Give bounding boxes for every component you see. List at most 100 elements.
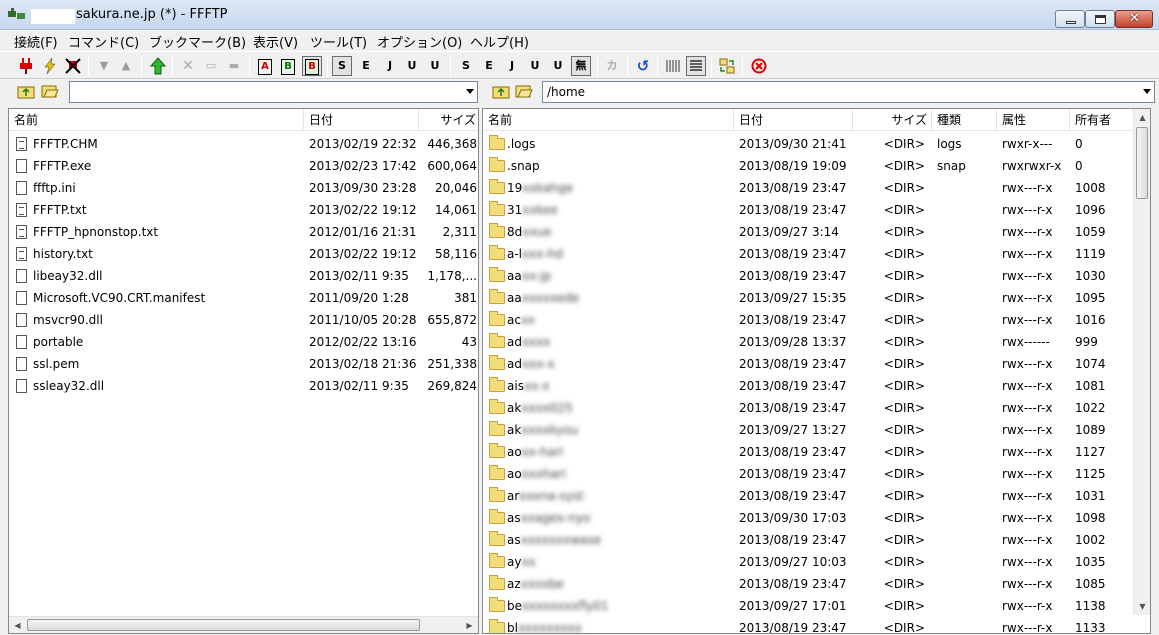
auto-mode-button[interactable]: B [302,56,322,76]
mkdir-button[interactable]: ▬ [224,56,244,76]
connect-button[interactable] [16,56,36,76]
ascii-mode-button[interactable]: A [255,56,275,76]
scroll-thumb[interactable] [27,619,420,631]
host-utf8n-button[interactable]: U [402,56,422,76]
local-open-folder-icon[interactable] [41,84,59,99]
local-file-row[interactable]: history.txt 2013/02/22 19:12 58,116 [9,243,478,265]
remote-folder-row[interactable]: acxx 2013/08/19 23:47 <DIR> rwx---r-x 1016 [483,309,1134,331]
menu-options[interactable]: オプション(O) [377,32,462,51]
sync-folders-button[interactable] [717,56,737,76]
local-file-row[interactable]: FFFTP_hpnonstop.txt 2012/01/16 21:31 2,311 [9,221,478,243]
scroll-thumb[interactable] [1136,127,1148,199]
disconnect-button[interactable] [63,56,83,76]
column-size[interactable]: サイズ [853,109,932,131]
scroll-left-icon[interactable]: ◀ [9,617,26,633]
remote-folder-row[interactable]: a-lxxx-hd 2013/08/19 23:47 <DIR> rwx---r-x 1… [483,243,1134,265]
menu-bookmark[interactable]: ブックマーク(B) [149,32,246,51]
no-convert-button[interactable]: 無 [571,56,591,76]
remote-parent-folder-icon[interactable] [492,84,510,99]
local-file-row[interactable]: portable 2012/02/22 13:16 43 [9,331,478,353]
local-file-row[interactable]: FFFTP.txt 2013/02/22 19:12 14,061 [9,199,478,221]
chevron-down-icon[interactable] [466,89,474,94]
scroll-right-icon[interactable]: ▶ [461,617,478,633]
chevron-down-icon[interactable] [1143,89,1151,94]
remote-vertical-scrollbar[interactable]: ▲ ▼ [1133,109,1150,615]
remote-folder-row[interactable]: asxxxxxxxwase 2013/08/19 23:47 <DIR> rwx---… [483,529,1134,551]
quick-connect-button[interactable] [40,56,60,76]
remote-folder-row[interactable]: .snap 2013/08/19 19:09 <DIR> snap rwxrwxr-x 0 [483,155,1134,177]
remote-folder-row[interactable]: blxxxxxxxxx 2013/08/19 23:47 <DIR> rwx---r-… [483,617,1134,633]
remote-folder-row[interactable]: aoxxxhari 2013/08/19 23:47 <DIR> rwx---r-x 1… [483,463,1134,485]
remote-folder-row[interactable]: akxxxxkyou 2013/09/27 13:27 <DIR> rwx---r-x… [483,419,1134,441]
binary-mode-button[interactable]: B [278,56,298,76]
host-utf8bom-button[interactable]: U [425,56,445,76]
remote-folder-row[interactable]: 19xxkahge 2013/08/19 23:47 <DIR> rwx---r-x 1… [483,177,1134,199]
local-file-row[interactable]: Microsoft.VC90.CRT.manifest 2011/09/20 1:… [9,287,478,309]
column-date[interactable]: 日付 [304,109,419,131]
local-file-row[interactable]: FFFTP.CHM 2013/02/19 22:32 446,368 [9,133,478,155]
local-utf8bom-button[interactable]: U [548,56,568,76]
host-euc-button[interactable]: E [356,56,376,76]
abort-button[interactable] [749,56,769,76]
delete-button[interactable]: ✕ [178,56,198,76]
minimize-button[interactable] [1055,10,1085,28]
local-file-row[interactable]: libeay32.dll 2013/02/11 9:35 1,178,... [9,265,478,287]
rename-button[interactable]: ▭ [201,56,221,76]
local-jis-button[interactable]: J [502,56,522,76]
host-jis-button[interactable]: J [380,56,400,76]
column-attributes[interactable]: 属性 [997,109,1070,131]
menu-connect[interactable]: 接続(F) [14,32,58,51]
column-owner[interactable]: 所有者 [1070,109,1134,131]
close-button[interactable]: ✕ [1115,10,1153,28]
remote-file-list[interactable]: 名前 日付 サイズ 種類 属性 所有者 .logs 2013/09/30 21:4… [482,108,1151,634]
scroll-down-icon[interactable]: ▼ [1134,598,1150,615]
remote-folder-row[interactable]: aaxx-jp 2013/08/19 23:47 <DIR> rwx---r-x 103… [483,265,1134,287]
maximize-button[interactable] [1085,10,1115,28]
remote-folder-row[interactable]: ayxx 2013/09/27 10:03 <DIR> rwx---r-x 1035 [483,551,1134,573]
column-date[interactable]: 日付 [734,109,853,131]
local-file-row[interactable]: ssl.pem 2013/02/18 21:36 251,338 [9,353,478,375]
menu-command[interactable]: コマンド(C) [68,32,139,51]
local-sjis-button[interactable]: S [456,56,476,76]
scroll-up-icon[interactable]: ▲ [1134,109,1150,126]
column-name[interactable]: 名前 [483,109,734,131]
local-path-input[interactable] [69,81,478,103]
upload-button[interactable]: ▲ [116,56,136,76]
remote-folder-row[interactable]: akxxxx025 2013/08/19 23:47 <DIR> rwx---r-x 1… [483,397,1134,419]
remote-folder-row[interactable]: .logs 2013/09/30 21:41 <DIR> logs rwxr-x--- 0 [483,133,1134,155]
remote-path-input[interactable]: /home [542,81,1155,103]
remote-folder-row[interactable]: aisxx-x 2013/08/19 23:47 <DIR> rwx---r-x 108… [483,375,1134,397]
kana-convert-button[interactable]: カ [602,56,622,76]
remote-folder-row[interactable]: 31xxkee 2013/08/19 23:47 <DIR> rwx---r-x 109… [483,199,1134,221]
local-file-row[interactable]: msvcr90.dll 2011/10/05 20:28 655,872 [9,309,478,331]
menu-view[interactable]: 表示(V) [253,32,298,51]
local-horizontal-scrollbar[interactable]: ◀ ▶ [9,616,478,633]
host-sjis-button[interactable]: S [332,56,352,76]
local-utf8n-button[interactable]: U [525,56,545,76]
column-type[interactable]: 種類 [932,109,997,131]
remote-folder-row[interactable]: asxxagex-nyo 2013/09/30 17:03 <DIR> rwx---r… [483,507,1134,529]
local-file-list[interactable]: 名前 日付 サイズ FFFTP.CHM 2013/02/19 22:32 446,3… [8,108,479,634]
local-parent-folder-icon[interactable] [17,84,35,99]
remote-folder-row[interactable]: adxxxx 2013/09/28 13:37 <DIR> rwx------ 999 [483,331,1134,353]
local-file-row[interactable]: FFFTP.exe 2013/02/23 17:42 600,064 [9,155,478,177]
list-view-button[interactable] [663,56,683,76]
download-button[interactable]: ▼ [94,56,114,76]
column-name[interactable]: 名前 [9,109,304,131]
local-euc-button[interactable]: E [479,56,499,76]
remote-folder-row[interactable]: aoxx-hari 2013/08/19 23:47 <DIR> rwx---r-x 1… [483,441,1134,463]
mirror-upload-button[interactable] [148,56,168,76]
refresh-button[interactable]: ↺ [633,56,653,76]
remote-folder-row[interactable]: 8dxxue 2013/09/27 3:14 <DIR> rwx---r-x 1059 [483,221,1134,243]
column-size[interactable]: サイズ [419,109,478,131]
local-file-row[interactable]: ffftp.ini 2013/09/30 23:28 20,046 [9,177,478,199]
remote-folder-row[interactable]: azxxxxbe 2013/08/19 23:47 <DIR> rwx---r-x 10… [483,573,1134,595]
remote-folder-row[interactable]: adxxx-x 2013/08/19 23:47 <DIR> rwx---r-x 107… [483,353,1134,375]
local-file-row[interactable]: ssleay32.dll 2013/02/11 9:35 269,824 [9,375,478,397]
menu-help[interactable]: ヘルプ(H) [470,32,529,51]
remote-folder-row[interactable]: aaxxxxxede 2013/09/27 15:35 <DIR> rwx---r-x… [483,287,1134,309]
remote-open-folder-icon[interactable] [515,84,533,99]
remote-folder-row[interactable]: arxxxna-syst 2013/08/19 23:47 <DIR> rwx---r… [483,485,1134,507]
menu-tools[interactable]: ツール(T) [310,32,367,51]
remote-folder-row[interactable]: bexxxxxxxxfly01 2013/09/27 17:01 <DIR> rwx-… [483,595,1134,617]
